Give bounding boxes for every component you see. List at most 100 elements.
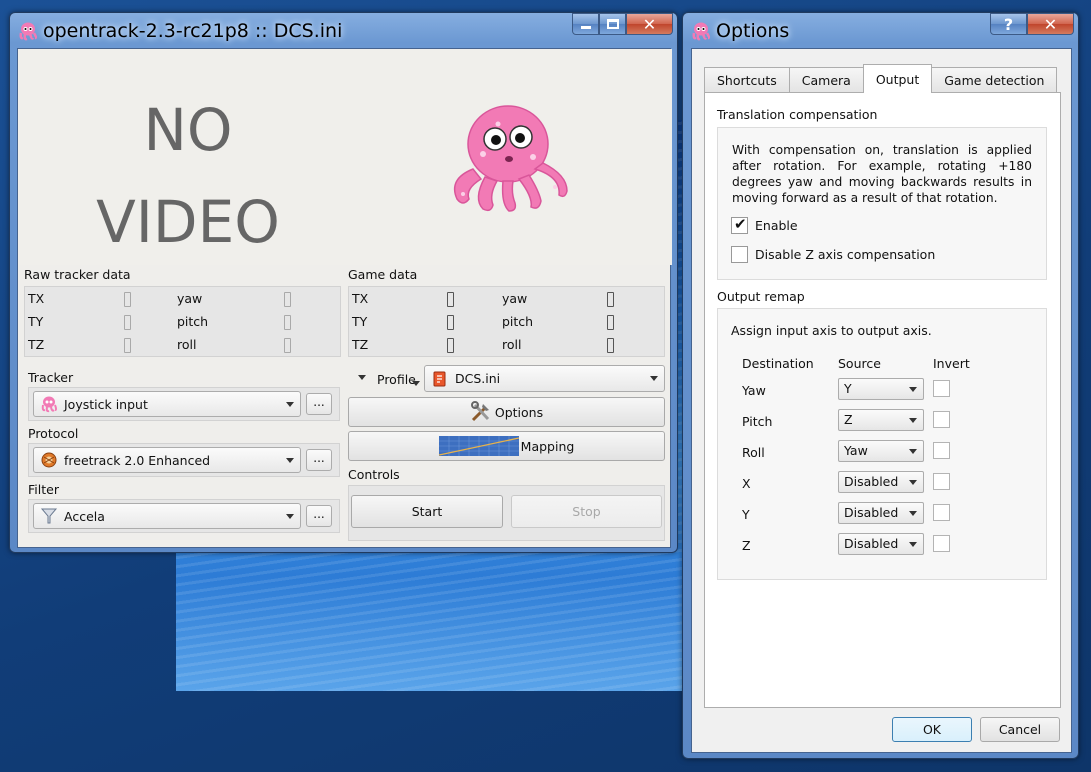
minimize-button[interactable] xyxy=(572,13,599,35)
dest-roll-label: Roll xyxy=(742,445,765,460)
freetrack-icon xyxy=(41,452,57,468)
source-y-value: Disabled xyxy=(844,505,899,520)
octopus-logo xyxy=(453,105,568,212)
close-button[interactable]: ✕ xyxy=(626,13,673,35)
translation-compensation-title: Translation compensation xyxy=(717,107,878,122)
tools-icon xyxy=(470,401,489,422)
profile-menu-arrow-icon[interactable] xyxy=(358,375,366,380)
game-ty-value xyxy=(447,315,454,330)
raw-ty-label: TY xyxy=(28,314,44,329)
dest-yaw-label: Yaw xyxy=(742,383,766,398)
minimize-icon xyxy=(580,26,591,29)
source-z-select[interactable]: Disabled xyxy=(838,533,924,555)
profile-dropdown-arrow-icon[interactable] xyxy=(412,381,420,386)
raw-tracker-label: Raw tracker data xyxy=(24,267,131,282)
chevron-down-icon xyxy=(909,511,917,516)
no-video-text: NO VIDEO xyxy=(93,84,283,268)
game-data-grid: TX yaw TY pitch TZ roll xyxy=(348,286,665,357)
maximize-button[interactable] xyxy=(599,13,626,35)
protocol-settings-button[interactable]: ... xyxy=(306,449,332,471)
help-button[interactable]: ? xyxy=(990,13,1027,35)
no-video-line-2: VIDEO xyxy=(96,188,280,256)
tracker-value: Joystick input xyxy=(64,396,148,412)
translation-compensation-box: With compensation on, translation is app… xyxy=(717,127,1047,280)
invert-header: Invert xyxy=(933,356,970,371)
tab-shortcuts[interactable]: Shortcuts xyxy=(704,67,790,92)
source-roll-value: Yaw xyxy=(844,443,868,458)
protocol-label: Protocol xyxy=(28,426,79,441)
options-titlebar[interactable]: Options ? ✕ xyxy=(683,13,1078,49)
ok-button[interactable]: OK xyxy=(892,717,972,742)
disable-z-checkbox[interactable] xyxy=(731,246,748,263)
source-pitch-value: Z xyxy=(844,412,853,427)
filter-funnel-icon xyxy=(40,508,58,524)
invert-pitch-checkbox[interactable] xyxy=(933,411,950,428)
source-x-select[interactable]: Disabled xyxy=(838,471,924,493)
chevron-down-icon xyxy=(909,418,917,423)
cancel-button[interactable]: Cancel xyxy=(980,717,1060,742)
tab-game-detection[interactable]: Game detection xyxy=(931,67,1058,92)
chevron-down-icon xyxy=(286,402,294,407)
tab-output[interactable]: Output xyxy=(862,64,933,93)
enable-checkbox[interactable] xyxy=(731,215,748,234)
tracker-select[interactable]: Joystick input xyxy=(33,391,301,417)
options-button[interactable]: Options xyxy=(348,397,665,427)
invert-z-checkbox[interactable] xyxy=(933,535,950,552)
enable-label: Enable xyxy=(755,218,798,233)
tracker-settings-button[interactable]: ... xyxy=(306,393,332,415)
help-icon: ? xyxy=(1003,14,1014,34)
game-yaw-label: yaw xyxy=(502,291,528,306)
profile-select[interactable]: DCS.ini xyxy=(424,365,665,392)
close-icon: ✕ xyxy=(642,14,657,34)
chevron-down-icon xyxy=(286,514,294,519)
invert-y-checkbox[interactable] xyxy=(933,504,950,521)
invert-yaw-checkbox[interactable] xyxy=(933,380,950,397)
filter-select[interactable]: Accela xyxy=(33,503,301,529)
output-remap-title: Output remap xyxy=(717,289,805,304)
options-client-area: Shortcuts Camera Output Game detection T… xyxy=(691,48,1072,753)
game-roll-value xyxy=(607,338,614,353)
dest-y-label: Y xyxy=(742,507,750,522)
octopus-app-icon xyxy=(19,22,38,41)
profile-file-icon xyxy=(433,371,446,386)
filter-settings-button[interactable]: ... xyxy=(306,505,332,527)
source-pitch-select[interactable]: Z xyxy=(838,409,924,431)
source-roll-select[interactable]: Yaw xyxy=(838,440,924,462)
profile-label[interactable]: Profile xyxy=(377,372,416,387)
main-client-area: NO VIDEO Raw tracker data TX yaw TY pitc… xyxy=(17,48,672,548)
start-button[interactable]: Start xyxy=(351,495,503,528)
raw-tx-label: TX xyxy=(28,291,45,306)
source-z-value: Disabled xyxy=(844,536,899,551)
main-titlebar[interactable]: opentrack-2.3-rc21p8 :: DCS.ini ✕ xyxy=(10,13,677,49)
source-yaw-select[interactable]: Y xyxy=(838,378,924,400)
protocol-select[interactable]: freetrack 2.0 Enhanced xyxy=(33,447,301,473)
raw-tracker-grid: TX yaw TY pitch TZ roll xyxy=(24,286,341,357)
filter-label: Filter xyxy=(28,482,59,497)
mapping-button[interactable]: Mapping xyxy=(348,431,665,461)
invert-x-checkbox[interactable] xyxy=(933,473,950,490)
options-window: Options ? ✕ Shortcuts Camera Output Game… xyxy=(682,12,1079,759)
dest-x-label: X xyxy=(742,476,751,491)
chevron-down-icon xyxy=(286,458,294,463)
stop-button[interactable]: Stop xyxy=(511,495,662,528)
filter-value: Accela xyxy=(64,508,105,524)
tab-camera[interactable]: Camera xyxy=(788,67,864,92)
invert-roll-checkbox[interactable] xyxy=(933,442,950,459)
options-close-button[interactable]: ✕ xyxy=(1027,13,1074,35)
profile-value: DCS.ini xyxy=(455,371,501,386)
maximize-icon xyxy=(606,19,619,29)
raw-roll-value xyxy=(284,338,291,353)
source-x-value: Disabled xyxy=(844,474,899,489)
mapping-button-label: Mapping xyxy=(520,438,575,454)
no-video-line-1: NO xyxy=(143,96,233,164)
main-window-title: opentrack-2.3-rc21p8 :: DCS.ini xyxy=(43,20,343,42)
options-button-label: Options xyxy=(494,404,544,420)
protocol-value: freetrack 2.0 Enhanced xyxy=(64,452,211,468)
chevron-down-icon xyxy=(909,387,917,392)
game-roll-label: roll xyxy=(502,337,522,352)
raw-roll-label: roll xyxy=(177,337,197,352)
dest-pitch-label: Pitch xyxy=(742,414,773,429)
source-y-select[interactable]: Disabled xyxy=(838,502,924,524)
source-yaw-value: Y xyxy=(844,381,852,396)
chevron-down-icon xyxy=(909,542,917,547)
